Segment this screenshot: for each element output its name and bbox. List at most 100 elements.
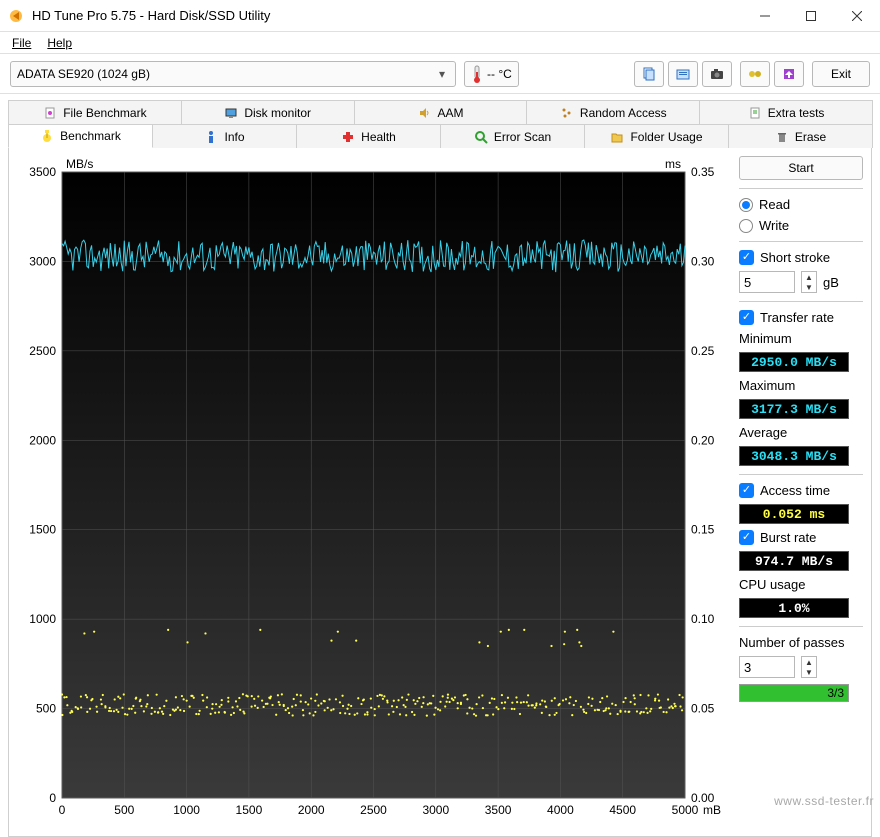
gear-icon: [747, 66, 763, 82]
svg-text:2000: 2000: [29, 433, 56, 447]
menu-help[interactable]: Help: [39, 34, 80, 52]
svg-text:0.15: 0.15: [691, 523, 715, 537]
svg-text:3000: 3000: [29, 254, 56, 268]
svg-text:0: 0: [49, 791, 56, 805]
svg-text:3500: 3500: [29, 165, 56, 179]
tab-folder-usage[interactable]: Folder Usage: [584, 124, 729, 148]
check-icon: [739, 483, 754, 498]
random-icon: [560, 106, 574, 120]
svg-text:0.35: 0.35: [691, 165, 715, 179]
svg-text:ms: ms: [665, 157, 681, 171]
tabs-row-top: File Benchmark Disk monitor AAM Random A…: [8, 100, 872, 124]
tabs-row-bottom: Benchmark Info Health Error Scan Folder …: [8, 124, 872, 148]
transfer-rate-check[interactable]: Transfer rate: [739, 310, 863, 325]
svg-text:MB/s: MB/s: [66, 157, 93, 171]
write-radio[interactable]: Write: [739, 218, 863, 233]
device-select[interactable]: ADATA SE920 (1024 gB) ▾: [10, 61, 456, 87]
trash-icon: [775, 130, 789, 144]
svg-text:1000: 1000: [29, 612, 56, 626]
options-button[interactable]: [740, 61, 770, 87]
copy-info-button[interactable]: [634, 61, 664, 87]
maximum-value: 3177.3 MB/s: [739, 399, 849, 419]
passes-input[interactable]: [739, 656, 795, 678]
side-panel: Start Read Write Short stroke ▲▼gB Trans…: [739, 156, 863, 828]
check-icon: [739, 310, 754, 325]
access-time-check[interactable]: Access time: [739, 483, 863, 498]
tab-benchmark[interactable]: Benchmark: [8, 124, 153, 148]
tab-info[interactable]: Info: [152, 124, 297, 148]
svg-text:0.10: 0.10: [691, 612, 715, 626]
svg-text:0.20: 0.20: [691, 433, 715, 447]
svg-text:mB: mB: [703, 803, 721, 817]
toolbar-buttons: [634, 61, 732, 87]
menu-file[interactable]: File: [4, 34, 39, 52]
access-time-value: 0.052 ms: [739, 504, 849, 524]
temperature-value: -- °C: [487, 67, 512, 81]
window-title: HD Tune Pro 5.75 - Hard Disk/SSD Utility: [32, 8, 742, 23]
info-icon: [204, 130, 218, 144]
minimum-label: Minimum: [739, 331, 863, 346]
cpu-usage-label: CPU usage: [739, 577, 863, 592]
start-button[interactable]: Start: [739, 156, 863, 180]
svg-text:2000: 2000: [298, 803, 325, 817]
passes-spin[interactable]: ▲▼: [739, 656, 863, 678]
minimum-value: 2950.0 MB/s: [739, 352, 849, 372]
svg-text:3500: 3500: [485, 803, 512, 817]
save-screenshot-button[interactable]: [702, 61, 732, 87]
svg-text:500: 500: [114, 803, 134, 817]
monitor-icon: [224, 106, 238, 120]
tab-erase[interactable]: Erase: [728, 124, 873, 148]
radio-icon: [739, 219, 753, 233]
health-icon: [341, 130, 355, 144]
svg-text:0.25: 0.25: [691, 344, 715, 358]
short-stroke-input[interactable]: [739, 271, 795, 293]
file-benchmark-icon: [43, 106, 57, 120]
tab-disk-monitor[interactable]: Disk monitor: [181, 100, 355, 124]
average-label: Average: [739, 425, 863, 440]
save-icon: [781, 66, 797, 82]
exit-button[interactable]: Exit: [812, 61, 870, 87]
maximize-button[interactable]: [788, 0, 834, 32]
tab-error-scan[interactable]: Error Scan: [440, 124, 585, 148]
tab-area: File Benchmark Disk monitor AAM Random A…: [0, 94, 880, 837]
svg-text:1500: 1500: [236, 803, 263, 817]
tab-health[interactable]: Health: [296, 124, 441, 148]
tab-aam[interactable]: AAM: [354, 100, 528, 124]
check-icon: [739, 530, 754, 545]
short-stroke-spin[interactable]: ▲▼gB: [739, 271, 863, 293]
device-select-text: ADATA SE920 (1024 gB): [17, 67, 435, 81]
radio-icon: [739, 198, 753, 212]
save-button[interactable]: [774, 61, 804, 87]
burst-rate-value: 974.7 MB/s: [739, 551, 849, 571]
burst-rate-check[interactable]: Burst rate: [739, 530, 863, 545]
short-stroke-check[interactable]: Short stroke: [739, 250, 863, 265]
num-passes-label: Number of passes: [739, 635, 863, 650]
benchmark-chart: 0 500 1000 1500 2000 2500 3000 3500 4000 4500 5000…: [17, 156, 727, 826]
camera-icon: [709, 66, 725, 82]
spin-arrows[interactable]: ▲▼: [801, 271, 817, 293]
menubar: File Help: [0, 32, 880, 54]
benchmark-icon: [40, 129, 54, 143]
tab-file-benchmark[interactable]: File Benchmark: [8, 100, 182, 124]
chart-area: 0 500 1000 1500 2000 2500 3000 3500 4000 4500 5000…: [17, 156, 731, 828]
svg-text:3000: 3000: [422, 803, 449, 817]
speaker-icon: [417, 106, 431, 120]
tab-random-access[interactable]: Random Access: [526, 100, 700, 124]
tab-extra-tests[interactable]: Extra tests: [699, 100, 873, 124]
svg-text:1000: 1000: [173, 803, 200, 817]
average-value: 3048.3 MB/s: [739, 446, 849, 466]
svg-text:4500: 4500: [609, 803, 636, 817]
read-radio[interactable]: Read: [739, 197, 863, 212]
tab-content: 0 500 1000 1500 2000 2500 3000 3500 4000 4500 5000…: [8, 147, 872, 837]
thermometer-icon: [471, 64, 483, 84]
minimize-button[interactable]: [742, 0, 788, 32]
svg-text:2500: 2500: [360, 803, 387, 817]
close-button[interactable]: [834, 0, 880, 32]
copy-screenshot-button[interactable]: [668, 61, 698, 87]
svg-text:0.05: 0.05: [691, 702, 715, 716]
svg-text:0: 0: [59, 803, 66, 817]
svg-text:4000: 4000: [547, 803, 574, 817]
tests-icon: [748, 106, 762, 120]
svg-text:5000: 5000: [672, 803, 699, 817]
spin-arrows[interactable]: ▲▼: [801, 656, 817, 678]
